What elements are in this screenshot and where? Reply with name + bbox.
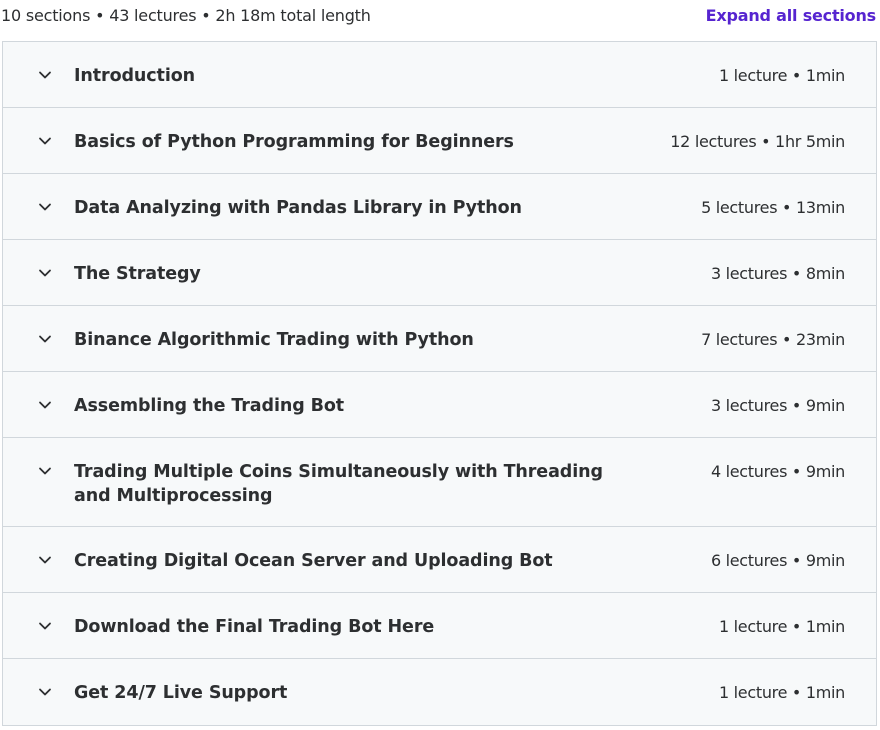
chevron-down-icon [38,332,52,346]
chevron-down-icon [38,200,52,214]
section-meta: 1 lecture • 1min [719,683,845,702]
section-item[interactable]: The Strategy 3 lectures • 8min [3,240,876,306]
section-item[interactable]: Binance Algorithmic Trading with Python … [3,306,876,372]
section-title: Trading Multiple Coins Simultaneously wi… [74,462,603,506]
curriculum-summary-bar: 10 sections • 43 lectures • 2h 18m total… [0,0,880,32]
section-meta: 7 lectures • 23min [701,330,845,349]
section-item[interactable]: Assembling the Trading Bot 3 lectures • … [3,372,876,438]
section-item[interactable]: Get 24/7 Live Support 1 lecture • 1min [3,659,876,725]
section-meta: 12 lectures • 1hr 5min [670,132,845,151]
section-title: Basics of Python Programming for Beginne… [74,132,514,152]
section-list: Introduction 1 lecture • 1min Basics of … [2,41,877,726]
section-title: Assembling the Trading Bot [74,396,345,416]
section-title: Download the Final Trading Bot Here [74,617,435,637]
chevron-down-icon [38,553,52,567]
section-meta: 4 lectures • 9min [710,462,845,481]
section-title: Introduction [74,66,195,86]
section-title: Get 24/7 Live Support [74,683,288,703]
section-item[interactable]: Data Analyzing with Pandas Library in Py… [3,174,876,240]
section-title: The Strategy [74,264,201,284]
section-meta: 1 lecture • 1min [719,617,845,636]
section-meta: 3 lectures • 9min [710,396,845,415]
section-item[interactable]: Trading Multiple Coins Simultaneously wi… [3,438,876,527]
curriculum-summary: 10 sections • 43 lectures • 2h 18m total… [1,6,371,25]
section-title: Data Analyzing with Pandas Library in Py… [74,198,522,218]
section-item[interactable]: Introduction 1 lecture • 1min [3,42,876,108]
chevron-down-icon [38,266,52,280]
chevron-down-icon [38,464,52,478]
chevron-down-icon [38,685,52,699]
section-meta: 6 lectures • 9min [710,551,845,570]
chevron-down-icon [38,68,52,82]
section-title: Creating Digital Ocean Server and Upload… [74,551,553,571]
section-item[interactable]: Creating Digital Ocean Server and Upload… [3,527,876,593]
section-item[interactable]: Basics of Python Programming for Beginne… [3,108,876,174]
expand-all-sections-button[interactable]: Expand all sections [706,6,877,25]
section-meta: 1 lecture • 1min [719,66,845,85]
section-meta: 5 lectures • 13min [701,198,845,217]
chevron-down-icon [38,619,52,633]
section-meta: 3 lectures • 8min [710,264,845,283]
course-curriculum: 10 sections • 43 lectures • 2h 18m total… [0,0,880,730]
section-item[interactable]: Download the Final Trading Bot Here 1 le… [3,593,876,659]
chevron-down-icon [38,134,52,148]
chevron-down-icon [38,398,52,412]
section-title: Binance Algorithmic Trading with Python [74,330,474,350]
